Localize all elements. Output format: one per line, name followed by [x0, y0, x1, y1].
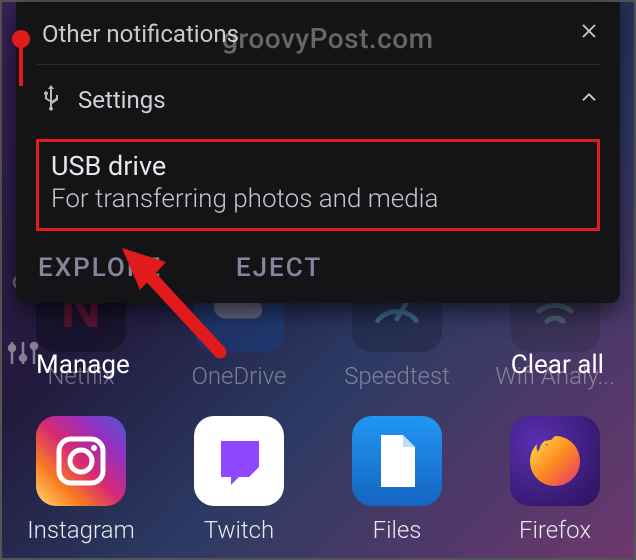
panel-header: Other notifications [36, 12, 600, 65]
manage-button[interactable]: Manage [36, 350, 130, 380]
app-firefox[interactable]: Firefox [480, 416, 630, 544]
app-label: Files [373, 516, 422, 544]
annotation-bar [19, 42, 23, 86]
twitch-icon [194, 416, 284, 506]
app-twitch[interactable]: Twitch [164, 416, 314, 544]
chevron-up-icon[interactable] [578, 86, 600, 114]
firefox-icon [510, 416, 600, 506]
app-label: Instagram [27, 516, 134, 544]
screenshot-root: groovyPost.com N Netflix OneDrive Speedt… [0, 0, 636, 560]
notification-body-highlight: USB drive For transferring photos and me… [36, 139, 600, 231]
app-instagram[interactable]: Instagram [6, 416, 156, 544]
files-icon [352, 416, 442, 506]
notification-subtitle: For transferring photos and media [51, 184, 585, 214]
notification-title: USB drive [51, 150, 585, 182]
explore-button[interactable]: EXPLORE [38, 253, 162, 283]
app-label: Twitch [204, 516, 274, 544]
app-row-foreground: Instagram Twitch Files Firefox [2, 416, 634, 544]
close-icon[interactable] [578, 20, 600, 48]
notification-header: Settings [36, 83, 600, 117]
eject-button[interactable]: EJECT [236, 253, 322, 283]
notification-app-name: Settings [78, 86, 166, 114]
notification[interactable]: Settings USB drive For transferring phot… [36, 65, 600, 283]
app-files[interactable]: Files [322, 416, 472, 544]
notification-panel: Other notifications Settings USB drive [16, 2, 620, 303]
panel-title: Other notifications [42, 20, 239, 48]
app-label: OneDrive [192, 362, 287, 390]
instagram-icon [36, 416, 126, 506]
usb-icon [42, 83, 60, 117]
app-label: Speedtest [344, 362, 450, 390]
notification-actions: EXPLORE EJECT [36, 253, 600, 283]
app-label: Firefox [519, 516, 591, 544]
clear-all-button[interactable]: Clear all [511, 350, 604, 380]
sliders-icon [6, 338, 40, 372]
